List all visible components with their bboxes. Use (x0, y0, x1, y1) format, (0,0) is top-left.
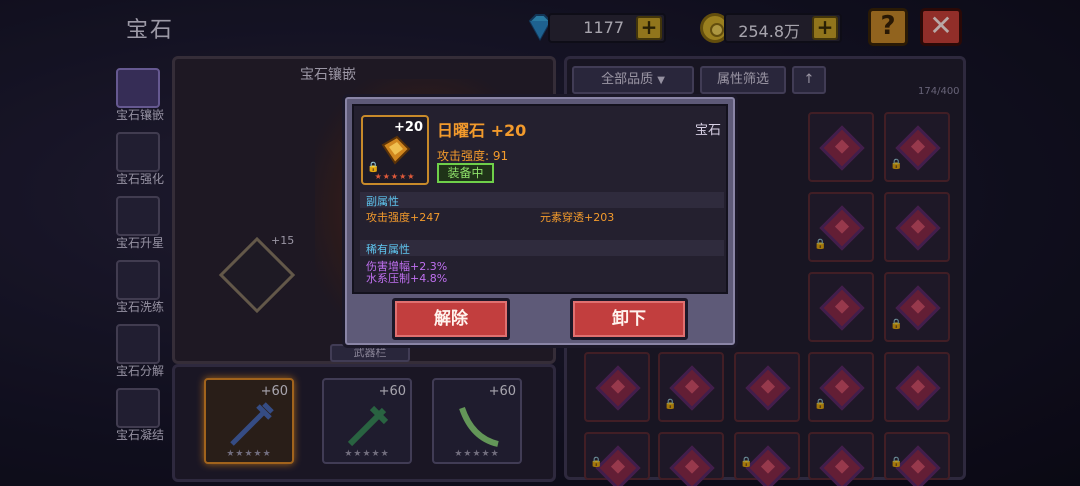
rare-attributes-title: 稀有属性 (366, 243, 410, 256)
gem-type: 宝石 (695, 123, 722, 138)
gem-item-icon: +20 🔒 ★★★★★ (361, 115, 429, 185)
unequip-button[interactable]: 卸下 (570, 298, 688, 340)
equipped-badge: 装备中 (437, 163, 494, 183)
sub-stat: 攻击强度+247 (366, 211, 441, 224)
rare-stat: 水系压制+4.8% (366, 272, 448, 285)
gem-name: 日曜石 +20 (437, 121, 527, 140)
star-rating: ★★★★★ (374, 172, 416, 181)
gem-main-stat: 攻击强度: 91 (437, 149, 509, 163)
sub-stat: 元素穿透+203 (540, 211, 615, 224)
sub-attributes-header (360, 192, 724, 208)
unbind-button[interactable]: 解除 (392, 298, 510, 340)
sunstone-icon (381, 135, 411, 165)
sub-attributes-title: 副属性 (366, 195, 399, 208)
rare-attributes-header (360, 240, 724, 256)
